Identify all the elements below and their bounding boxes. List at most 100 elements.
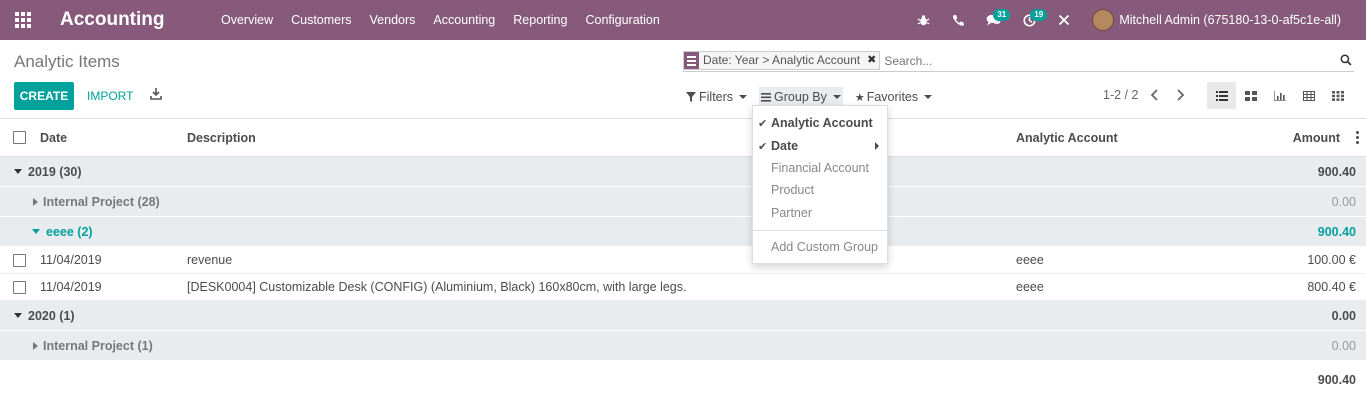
group-label: 2019 (30) bbox=[28, 164, 82, 179]
group-row-eeee[interactable]: eeee (2) 900.40 bbox=[0, 217, 1366, 247]
menu-accounting[interactable]: Accounting bbox=[424, 0, 504, 40]
caret-down-icon bbox=[32, 229, 40, 234]
option-label: Add Custom Group bbox=[771, 240, 878, 254]
view-switcher bbox=[1207, 82, 1352, 109]
group-amount: 0.00 bbox=[1331, 194, 1356, 209]
total-amount: 900.40 bbox=[1317, 373, 1356, 387]
bug-icon[interactable] bbox=[906, 0, 941, 40]
pager-next-icon[interactable] bbox=[1175, 88, 1185, 102]
app-title[interactable]: Accounting bbox=[60, 9, 200, 31]
menu-configuration[interactable]: Configuration bbox=[576, 0, 668, 40]
bars-icon bbox=[761, 92, 772, 102]
breadcrumb: Analytic Items bbox=[14, 52, 120, 71]
group-label: Internal Project (28) bbox=[43, 194, 160, 209]
group-row-2019[interactable]: 2019 (30) 900.40 bbox=[0, 157, 1366, 187]
cell-description: revenue bbox=[187, 253, 233, 267]
apps-menu-icon[interactable] bbox=[0, 0, 46, 40]
groupby-option-financial-account[interactable]: Financial Account bbox=[753, 158, 887, 178]
groupby-option-analytic-account[interactable]: ✔ Analytic Account bbox=[753, 113, 887, 133]
search-facet: Date: Year > Analytic Account ✖ bbox=[683, 51, 881, 70]
activities-badge: 19 bbox=[1030, 9, 1048, 21]
filter-icon bbox=[686, 92, 696, 102]
kanban-view-icon[interactable] bbox=[1236, 82, 1265, 109]
cell-amount: 100.00 € bbox=[1307, 253, 1356, 267]
control-panel: Analytic Items Date: Year > Analytic Acc… bbox=[0, 40, 1366, 119]
groupby-facet-icon bbox=[684, 52, 699, 69]
column-amount[interactable]: Amount bbox=[1293, 131, 1340, 145]
option-label: Date bbox=[771, 139, 799, 153]
option-label: Partner bbox=[771, 206, 812, 220]
group-row-2020[interactable]: 2020 (1) 0.00 bbox=[0, 301, 1366, 331]
list-view-icon[interactable] bbox=[1207, 82, 1236, 109]
phone-icon[interactable] bbox=[941, 0, 975, 40]
groupby-label: Group By bbox=[774, 90, 827, 104]
menu-vendors[interactable]: Vendors bbox=[361, 0, 425, 40]
table-row[interactable]: 11/04/2019 [DESK0004] Customizable Desk … bbox=[0, 274, 1366, 301]
group-amount: 0.00 bbox=[1331, 308, 1356, 323]
activities-icon[interactable]: 19 bbox=[1012, 0, 1048, 40]
messages-badge: 31 bbox=[993, 9, 1011, 21]
groupby-option-product[interactable]: Product bbox=[753, 180, 887, 200]
group-label: Internal Project (1) bbox=[43, 338, 153, 353]
row-checkbox[interactable] bbox=[13, 254, 26, 267]
tools-icon[interactable] bbox=[1047, 0, 1081, 40]
systray: 31 19 Mitchell Admin (675180-13-0-af5c1e… bbox=[906, 0, 1366, 40]
menu-reporting[interactable]: Reporting bbox=[504, 0, 576, 40]
favorites-button[interactable]: ★ Favorites bbox=[853, 87, 934, 107]
groupby-option-date[interactable]: ✔ Date bbox=[753, 136, 887, 156]
download-icon[interactable] bbox=[150, 87, 162, 101]
grid-view-icon[interactable] bbox=[1323, 82, 1352, 109]
favorites-label: Favorites bbox=[866, 90, 919, 104]
option-label: Analytic Account bbox=[771, 116, 873, 130]
user-name: Mitchell Admin (675180-13-0-af5c1e-all) bbox=[1119, 13, 1341, 27]
pager-previous-icon[interactable] bbox=[1150, 88, 1160, 102]
pager-value[interactable]: 1-2 / 2 bbox=[1103, 88, 1138, 102]
select-all-checkbox[interactable] bbox=[13, 131, 26, 144]
create-button[interactable]: CREATE bbox=[14, 82, 74, 110]
caret-right-icon bbox=[33, 197, 38, 206]
groupby-dropdown: ✔ Analytic Account ✔ Date Financial Acco… bbox=[752, 105, 888, 264]
search-input[interactable] bbox=[884, 53, 1354, 68]
user-menu[interactable]: Mitchell Admin (675180-13-0-af5c1e-all) bbox=[1081, 0, 1366, 40]
add-custom-group-button[interactable]: Add Custom Group bbox=[753, 237, 887, 257]
cell-amount: 800.40 € bbox=[1307, 280, 1356, 294]
search-icon[interactable] bbox=[1340, 54, 1352, 66]
column-description[interactable]: Description bbox=[187, 131, 256, 145]
graph-view-icon[interactable] bbox=[1265, 82, 1294, 109]
search-options: Filters Group By ★ Favorites bbox=[684, 87, 944, 107]
menu-customers[interactable]: Customers bbox=[282, 0, 360, 40]
option-label: Financial Account bbox=[771, 161, 869, 175]
group-amount: 900.40 bbox=[1317, 224, 1356, 239]
analytic-items-table: Date Description Analytic Account Amount… bbox=[0, 119, 1366, 397]
star-icon: ★ bbox=[854, 91, 865, 104]
column-analytic-account[interactable]: Analytic Account bbox=[1016, 131, 1118, 145]
pivot-view-icon[interactable] bbox=[1294, 82, 1323, 109]
group-amount: 900.40 bbox=[1317, 164, 1356, 179]
option-label: Product bbox=[771, 183, 815, 197]
import-button[interactable]: IMPORT bbox=[87, 82, 133, 110]
cell-date: 11/04/2019 bbox=[40, 280, 102, 294]
caret-down-icon bbox=[14, 313, 22, 318]
table-header: Date Description Analytic Account Amount bbox=[0, 119, 1366, 157]
top-navbar: Accounting Overview Customers Vendors Ac… bbox=[0, 0, 1366, 40]
filters-label: Filters bbox=[699, 90, 734, 104]
cell-description: [DESK0004] Customizable Desk (CONFIG) (A… bbox=[187, 280, 687, 294]
row-checkbox[interactable] bbox=[13, 281, 26, 294]
group-row-internal-project-2020[interactable]: Internal Project (1) 0.00 bbox=[0, 331, 1366, 361]
facet-remove-icon[interactable]: ✖ bbox=[864, 52, 880, 69]
group-label: 2020 (1) bbox=[28, 308, 75, 323]
search-bar: Date: Year > Analytic Account ✖ bbox=[683, 50, 1354, 72]
groupby-option-partner[interactable]: Partner bbox=[753, 203, 887, 223]
avatar bbox=[1092, 9, 1115, 31]
dropdown-divider bbox=[753, 230, 887, 231]
cell-analytic-account: eeee bbox=[1016, 280, 1044, 294]
column-date[interactable]: Date bbox=[40, 131, 67, 145]
filters-button[interactable]: Filters bbox=[684, 87, 749, 107]
optional-columns-icon[interactable] bbox=[1356, 131, 1359, 144]
group-row-internal-project[interactable]: Internal Project (28) 0.00 bbox=[0, 187, 1366, 217]
messages-icon[interactable]: 31 bbox=[975, 0, 1012, 40]
cell-date: 11/04/2019 bbox=[40, 253, 102, 267]
table-row[interactable]: 11/04/2019 revenue eeee 100.00 € bbox=[0, 247, 1366, 274]
menu-overview[interactable]: Overview bbox=[212, 0, 282, 40]
groupby-button[interactable]: Group By bbox=[759, 87, 843, 107]
